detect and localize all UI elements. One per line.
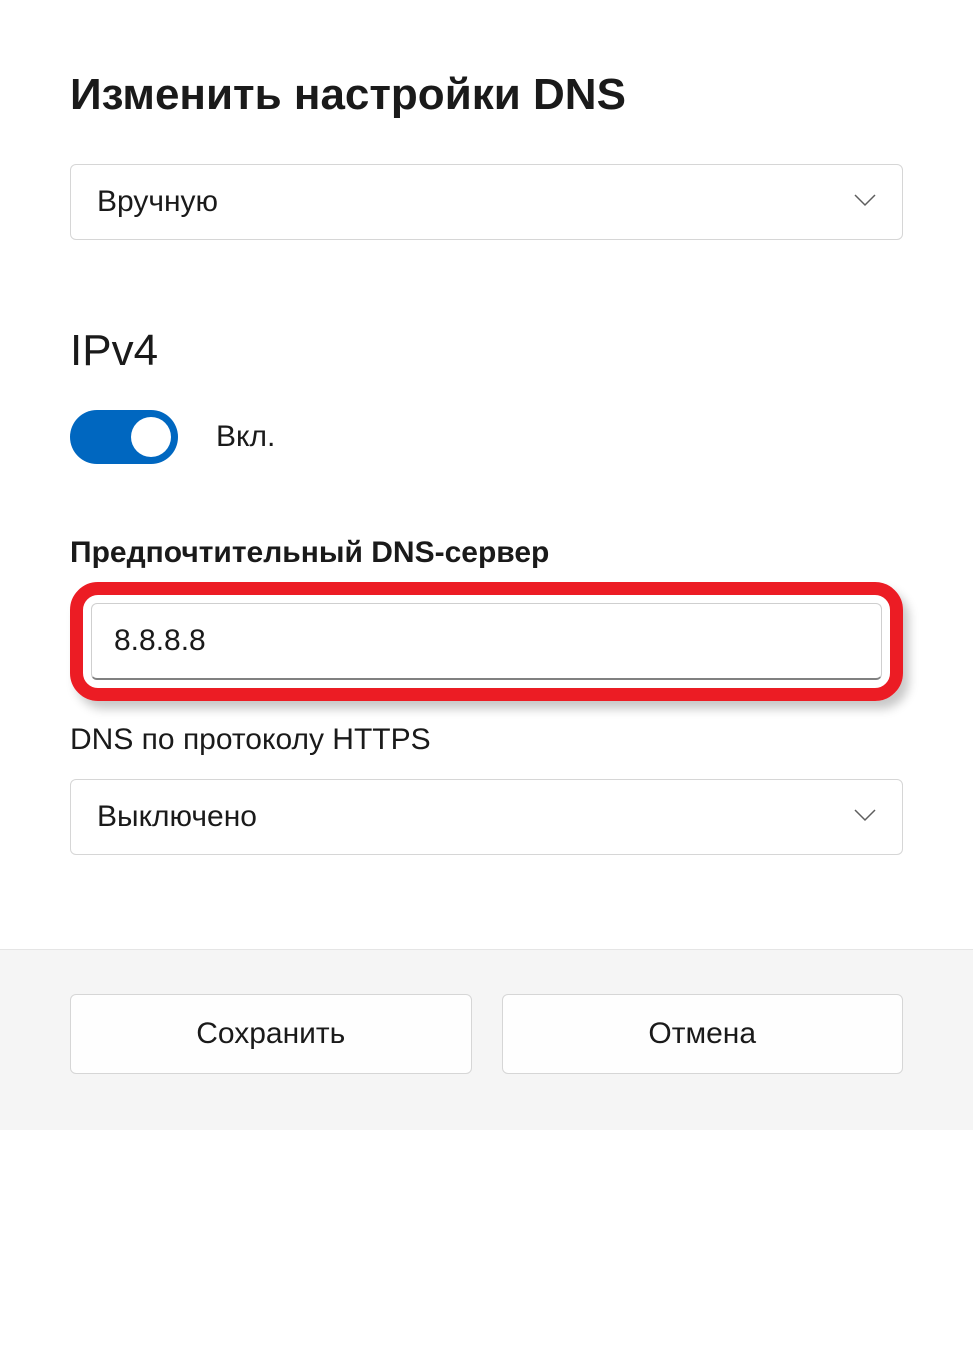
save-button[interactable]: Сохранить bbox=[70, 994, 472, 1074]
preferred-dns-input[interactable] bbox=[91, 603, 882, 680]
cancel-button[interactable]: Отмена bbox=[502, 994, 904, 1074]
page-title: Изменить настройки DNS bbox=[70, 70, 903, 120]
ipv4-heading: IPv4 bbox=[70, 326, 903, 376]
doh-label: DNS по протоколу HTTPS bbox=[70, 723, 903, 757]
doh-dropdown[interactable]: Выключено bbox=[70, 779, 903, 855]
footer: Сохранить Отмена bbox=[0, 949, 973, 1130]
doh-selected: Выключено bbox=[97, 800, 257, 834]
toggle-knob bbox=[131, 417, 171, 457]
dns-mode-dropdown[interactable]: Вручную bbox=[70, 164, 903, 240]
highlight-box bbox=[70, 582, 903, 701]
ipv4-toggle[interactable] bbox=[70, 410, 178, 464]
chevron-down-icon bbox=[854, 807, 876, 828]
ipv4-toggle-label: Вкл. bbox=[216, 420, 275, 454]
chevron-down-icon bbox=[854, 192, 876, 213]
preferred-dns-label: Предпочтительный DNS-сервер bbox=[70, 536, 903, 570]
dns-mode-selected: Вручную bbox=[97, 185, 218, 219]
